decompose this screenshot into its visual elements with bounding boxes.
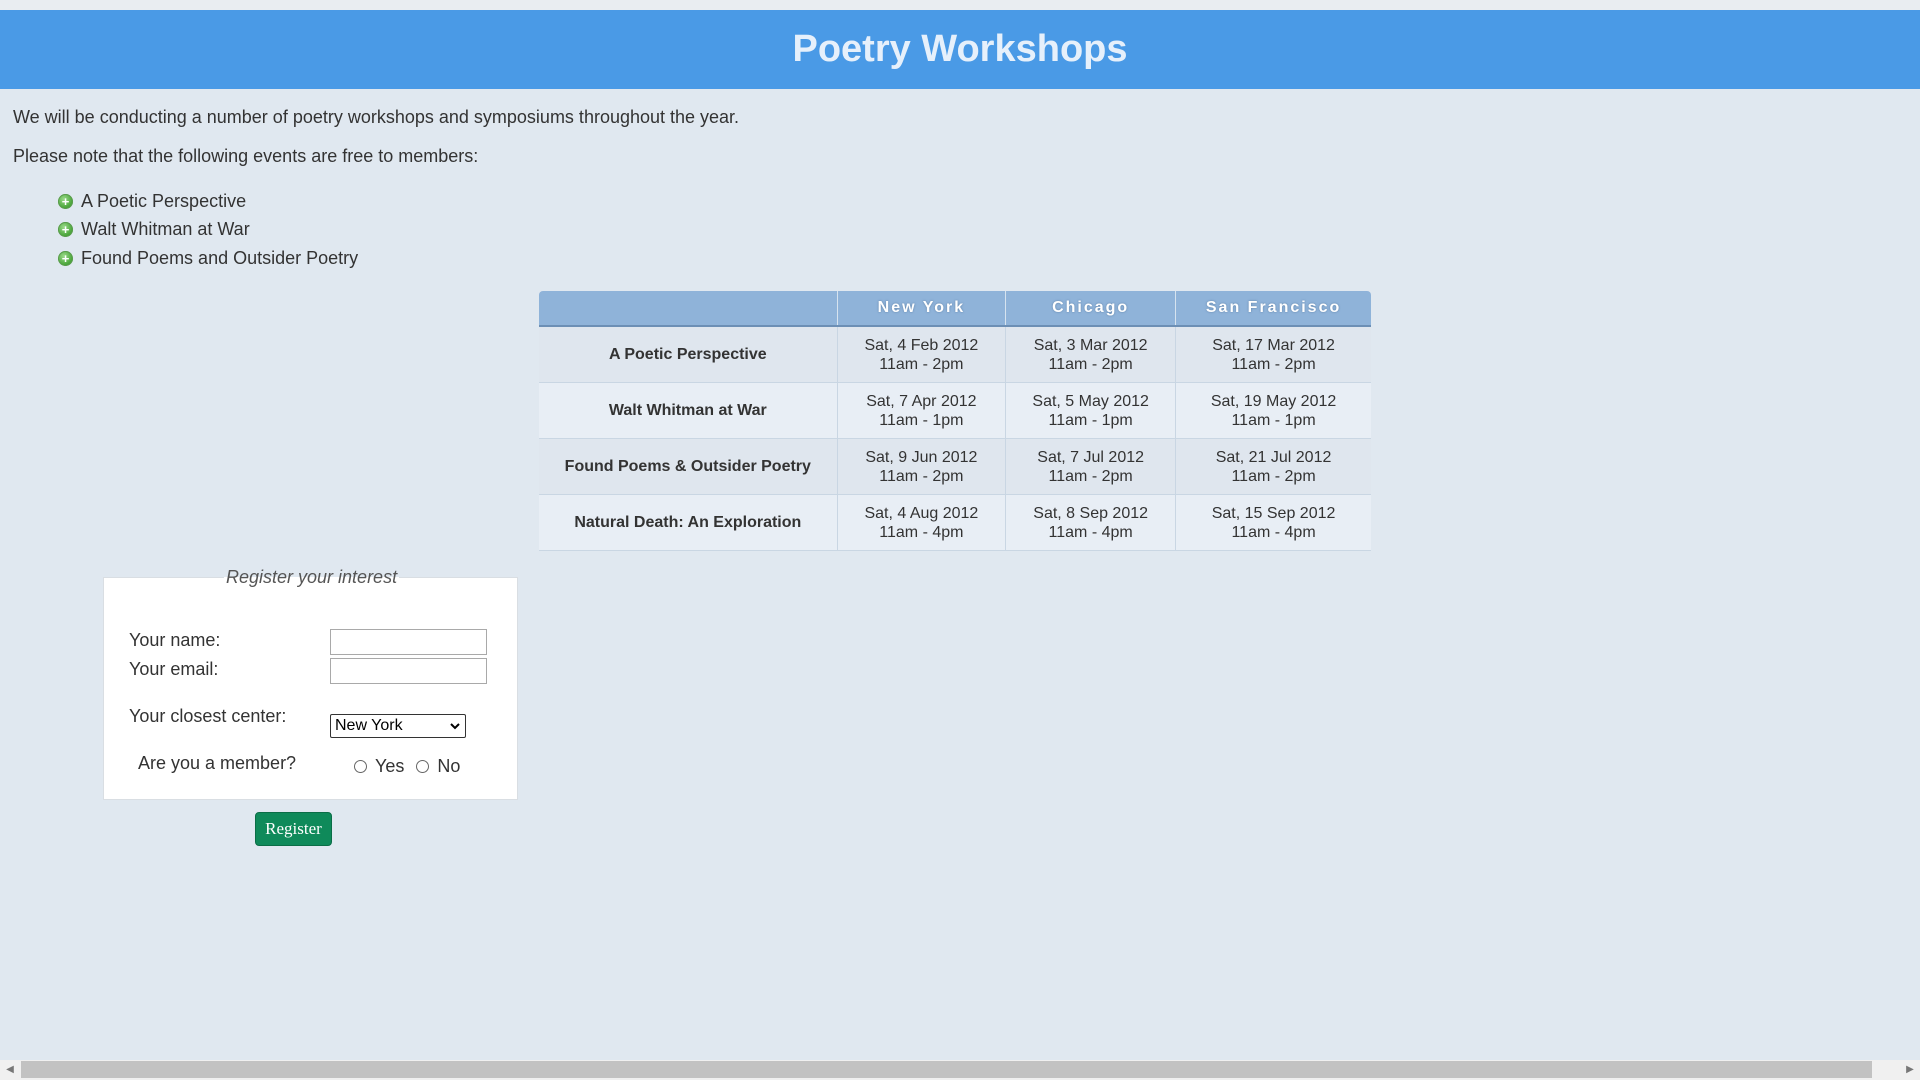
table-row: Natural Death: An Exploration Sat, 4 Aug… — [539, 494, 1371, 551]
arrow-left-icon[interactable]: ◀ — [0, 1060, 20, 1080]
session-time: 11am - 4pm — [1231, 523, 1316, 541]
member-yes-option[interactable]: Yes — [354, 756, 404, 777]
register-interest-form: Register your interest Your name: Your e… — [103, 567, 518, 800]
list-item-label: A Poetic Perspective — [81, 190, 247, 211]
session-date: Sat, 5 May 2012 — [1032, 392, 1149, 410]
plus-circle-icon: + — [58, 193, 73, 209]
chevron-down-icon — [450, 723, 460, 730]
session-time: 11am - 2pm — [1231, 467, 1316, 485]
event-name-cell: A Poetic Perspective — [539, 326, 838, 383]
session-time: 11am - 1pm — [1048, 411, 1133, 429]
session-date: Sat, 3 Mar 2012 — [1033, 336, 1148, 354]
scrollbar-thumb[interactable] — [21, 1061, 1872, 1078]
session-time: 11am - 2pm — [1048, 467, 1133, 485]
event-name-cell: Natural Death: An Exploration — [539, 494, 838, 551]
plus-circle-icon: + — [58, 250, 73, 266]
center-label: Your closest center: — [129, 706, 287, 726]
column-header-chicago: Chicago — [1005, 291, 1177, 327]
email-label: Your email: — [129, 659, 219, 679]
event-name-cell: Walt Whitman at War — [539, 382, 838, 439]
table-row: A Poetic Perspective Sat, 4 Feb 2012 11am… — [539, 326, 1371, 383]
page-header: Poetry Workshops — [0, 10, 1920, 89]
session-time: 11am - 2pm — [879, 355, 964, 373]
session-time: 11am - 4pm — [1048, 523, 1133, 541]
table-row: Found Poems & Outsider Poetry Sat, 9 Jun… — [539, 438, 1371, 495]
free-events-list: + A Poetic Perspective + Walt Whitman at… — [58, 187, 358, 273]
session-date: Sat, 4 Feb 2012 — [864, 336, 979, 354]
name-label: Your name: — [129, 630, 221, 650]
column-header-new-york: New York — [837, 291, 1007, 327]
session-date: Sat, 9 Jun 2012 — [865, 448, 978, 466]
member-no-radio[interactable] — [416, 760, 430, 773]
session-cell: Sat, 4 Aug 2012 11am - 4pm — [837, 494, 1007, 551]
session-cell: Sat, 3 Mar 2012 11am - 2pm — [1005, 326, 1177, 383]
arrow-right-icon[interactable]: ▶ — [1900, 1060, 1920, 1080]
member-radio-group: Yes No — [354, 756, 472, 777]
form-legend: Register your interest — [226, 567, 398, 587]
session-date: Sat, 21 Jul 2012 — [1215, 448, 1332, 466]
plus-circle-icon: + — [58, 222, 73, 238]
list-item-label: Found Poems and Outsider Poetry — [81, 247, 359, 268]
session-cell: Sat, 8 Sep 2012 11am - 4pm — [1005, 494, 1177, 551]
session-cell: Sat, 7 Apr 2012 11am - 1pm — [837, 382, 1007, 439]
session-time: 11am - 2pm — [879, 467, 964, 485]
member-yes-label: Yes — [375, 756, 405, 776]
member-yes-radio[interactable] — [354, 760, 367, 773]
session-date: Sat, 7 Jul 2012 — [1037, 448, 1145, 466]
session-cell: Sat, 17 Mar 2012 11am - 2pm — [1175, 326, 1371, 383]
horizontal-scrollbar[interactable]: ◀ ▶ — [0, 1060, 1920, 1080]
schedule-table: New York Chicago San Francisco A Poetic … — [539, 291, 1371, 551]
center-select-value: New York — [335, 717, 403, 734]
center-select[interactable]: New York — [330, 714, 466, 738]
list-item: + Walt Whitman at War — [58, 216, 358, 245]
table-row: Walt Whitman at War Sat, 7 Apr 2012 11am … — [539, 382, 1371, 439]
session-date: Sat, 15 Sep 2012 — [1211, 504, 1336, 522]
list-item-label: Walt Whitman at War — [81, 219, 250, 240]
session-date: Sat, 8 Sep 2012 — [1033, 504, 1149, 522]
session-cell: Sat, 21 Jul 2012 11am - 2pm — [1175, 438, 1371, 495]
intro-text: We will be conducting a number of poetry… — [13, 107, 740, 127]
session-cell: Sat, 4 Feb 2012 11am - 2pm — [837, 326, 1007, 383]
session-date: Sat, 7 Apr 2012 — [866, 392, 977, 410]
name-field[interactable] — [330, 629, 487, 655]
session-time: 11am - 2pm — [1048, 355, 1133, 373]
list-item: + Found Poems and Outsider Poetry — [58, 244, 358, 273]
session-time: 11am - 1pm — [879, 411, 964, 429]
session-cell: Sat, 15 Sep 2012 11am - 4pm — [1175, 494, 1371, 551]
event-name-cell: Found Poems & Outsider Poetry — [539, 438, 838, 495]
session-time: 11am - 4pm — [879, 523, 964, 541]
table-header-row: New York Chicago San Francisco — [539, 291, 1371, 327]
column-header-san-francisco: San Francisco — [1175, 291, 1371, 327]
column-header-event — [539, 291, 838, 327]
member-no-label: No — [437, 756, 461, 776]
register-button[interactable]: Register — [255, 812, 332, 846]
member-label: Are you a member? — [138, 753, 297, 773]
session-cell: Sat, 9 Jun 2012 11am - 2pm — [837, 438, 1007, 495]
session-cell: Sat, 19 May 2012 11am - 1pm — [1175, 382, 1371, 439]
browser-top-strip — [0, 0, 1920, 10]
member-no-option[interactable]: No — [416, 756, 460, 777]
page-title: Poetry Workshops — [792, 28, 1128, 70]
list-item: + A Poetic Perspective — [58, 187, 358, 216]
free-events-note: Please note that the following events ar… — [13, 146, 479, 166]
session-date: Sat, 19 May 2012 — [1210, 392, 1337, 410]
session-time: 11am - 2pm — [1231, 355, 1316, 373]
session-date: Sat, 4 Aug 2012 — [864, 504, 979, 522]
session-date: Sat, 17 Mar 2012 — [1212, 336, 1335, 354]
email-field[interactable] — [330, 658, 487, 684]
session-cell: Sat, 7 Jul 2012 11am - 2pm — [1005, 438, 1177, 495]
session-cell: Sat, 5 May 2012 11am - 1pm — [1005, 382, 1177, 439]
session-time: 11am - 1pm — [1231, 411, 1316, 429]
